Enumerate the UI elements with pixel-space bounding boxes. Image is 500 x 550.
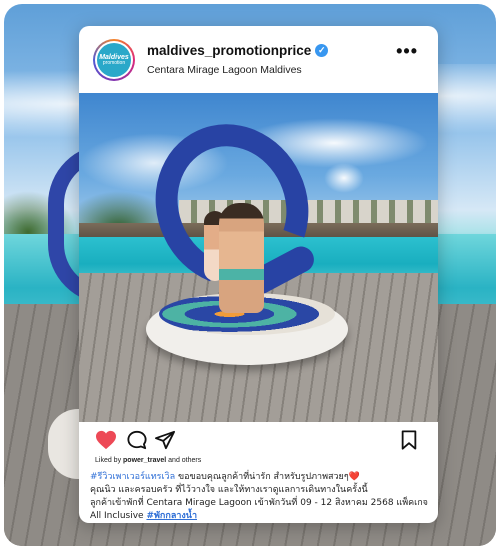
- avatar[interactable]: Maldives promotion: [93, 39, 135, 81]
- more-options-icon[interactable]: •••: [396, 41, 418, 62]
- avatar-logo-line2: promotion: [102, 60, 126, 66]
- post-header: Maldives promotion maldives_promotionpri…: [79, 26, 438, 93]
- share-icon[interactable]: [154, 430, 176, 450]
- liked-suffix[interactable]: and others: [166, 457, 201, 464]
- caption-text: ขอขอบคุณลูกค้าที่น่ารัก สำหรับรูปภาพสวยๆ: [175, 472, 349, 482]
- username[interactable]: maldives_promotionprice: [147, 43, 311, 58]
- man-figure: [219, 203, 264, 313]
- hashtag-link[interactable]: #พักกลางน้ำ: [146, 511, 197, 521]
- caption-text: All Inclusive: [90, 511, 147, 521]
- caption-line3: ลูกค้าเข้าพักที่ Centara Mirage Lagoon เ…: [90, 498, 428, 508]
- heart-icon[interactable]: [95, 430, 117, 450]
- comment-icon[interactable]: [126, 430, 148, 450]
- verified-badge-icon: ✓: [315, 44, 329, 57]
- bookmark-icon[interactable]: [398, 430, 420, 450]
- caption-line4: All Inclusive #พักกลางน้ำ: [90, 510, 430, 523]
- location-label[interactable]: Centara Mirage Lagoon Maldives: [147, 64, 302, 76]
- caption-line1: #รีวิวเพาเวอร์แทรเวิล ขอขอบคุณลูกค้าที่น…: [90, 471, 430, 484]
- heart-emoji: ❤️: [348, 472, 360, 482]
- avatar-logo: Maldives promotion: [97, 43, 131, 77]
- action-bar: [79, 422, 438, 456]
- post-photo[interactable]: [79, 93, 438, 422]
- liked-by-text: Liked by power_travel and others: [95, 457, 201, 464]
- hashtag-link[interactable]: #รีวิวเพาเวอร์แทรเวิล: [90, 472, 175, 482]
- liked-prefix: Liked by: [95, 457, 124, 464]
- username-row[interactable]: maldives_promotionprice ✓: [147, 43, 329, 58]
- caption-line2: คุณนิว และครอบครัว ที่ไว้วางใจ และให้ทาง…: [90, 485, 368, 495]
- post-card: Maldives promotion maldives_promotionpri…: [79, 26, 438, 523]
- post-caption: #รีวิวเพาเวอร์แทรเวิล ขอขอบคุณลูกค้าที่น…: [90, 471, 430, 523]
- liked-user-link[interactable]: power_travel: [123, 457, 166, 464]
